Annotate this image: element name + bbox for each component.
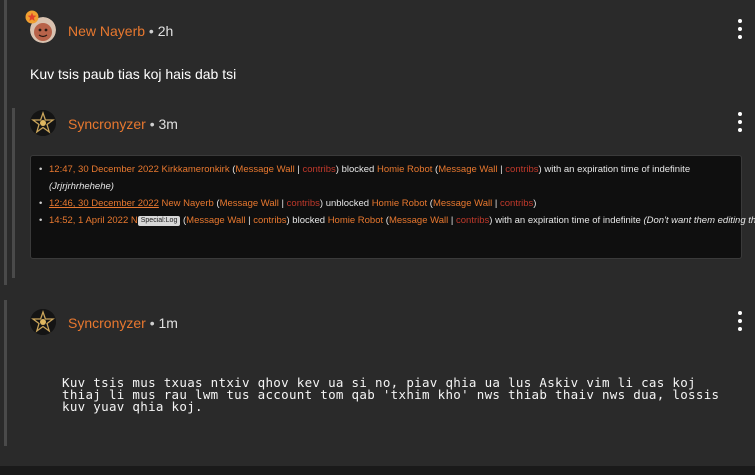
log-target-link[interactable]: Homie Robot <box>328 215 383 226</box>
log-target-link[interactable]: Homie Robot <box>372 198 427 209</box>
block-log-screenshot: 12:47, 30 December 2022 Kirkkameronkirk … <box>30 155 755 259</box>
post-header-3: Syncronyzer • 1m <box>68 315 178 331</box>
separator-dot: • <box>149 315 155 331</box>
separator-dot: • <box>148 23 154 39</box>
log-timestamp-link[interactable]: 14:52, 1 April 2022 <box>49 215 128 226</box>
badge-star-icon <box>25 10 39 24</box>
log-user-link[interactable]: Kirkkameronkirk <box>162 164 230 175</box>
post-body: Kuv tsis paub tias koj hais dab tsi <box>30 66 237 82</box>
log-action: unblocked <box>325 198 370 209</box>
timestamp[interactable]: 1m <box>159 315 178 331</box>
log-user-link[interactable]: N <box>131 215 138 226</box>
contribs-link[interactable]: contribs <box>456 215 489 226</box>
log-entry: 12:46, 30 December 2022 New Nayerb (Mess… <box>39 195 731 212</box>
message-wall-link[interactable]: Message Wall <box>235 164 294 175</box>
username-link[interactable]: New Nayerb <box>68 23 145 39</box>
more-vertical-icon[interactable] <box>737 112 743 132</box>
separator-dot: • <box>149 116 155 132</box>
avatar-syncronyzer[interactable] <box>30 309 56 335</box>
more-vertical-icon[interactable] <box>737 311 743 331</box>
timestamp[interactable]: 3m <box>159 116 178 132</box>
log-timestamp-link[interactable]: 12:47, 30 December 2022 <box>49 164 159 175</box>
log-target-link[interactable]: Homie Robot <box>377 164 432 175</box>
log-action: blocked <box>341 164 375 175</box>
post-header-2: Syncronyzer • 3m <box>68 116 178 132</box>
log-tail: with an expiration time of indefinite <box>495 215 641 226</box>
message-wall-link[interactable]: Message Wall <box>186 215 245 226</box>
post-header-1: New Nayerb • 2h <box>68 23 173 39</box>
contribs-link[interactable]: contribs <box>505 164 538 175</box>
username-link[interactable]: Syncronyzer <box>68 116 146 132</box>
contribs-link[interactable]: contribs <box>500 198 533 209</box>
more-vertical-icon[interactable] <box>737 19 743 39</box>
contribs-link[interactable]: contribs <box>302 164 335 175</box>
log-action: blocked <box>292 215 326 226</box>
log-reason: (Jrjrjrhrhehehe) <box>49 181 114 192</box>
log-tail: with an expiration time of indefinite <box>544 164 691 175</box>
post-body: Kuv tsis mus txuas ntxiv qhov kev ua si … <box>62 375 720 414</box>
tooltip: Special:Log <box>137 216 181 226</box>
reply-indent-rule <box>12 108 15 278</box>
contribs-link[interactable]: contribs <box>253 215 286 226</box>
username-link[interactable]: Syncronyzer <box>68 315 146 331</box>
bottom-bar <box>0 466 755 475</box>
message-wall-link[interactable]: Message Wall <box>220 198 279 209</box>
timestamp[interactable]: 2h <box>158 23 174 39</box>
log-timestamp-link[interactable]: 12:46, 30 December 2022 <box>49 198 159 209</box>
contribs-link[interactable]: contribs <box>287 198 320 209</box>
log-reason: (Don't want them editing the wiki) <box>643 215 755 226</box>
message-wall-link[interactable]: Message Wall <box>433 198 492 209</box>
log-user-link[interactable]: New Nayerb <box>162 198 214 209</box>
message-wall-link[interactable]: Message Wall <box>389 215 448 226</box>
avatar-syncronyzer[interactable] <box>30 110 56 136</box>
log-entry: 12:47, 30 December 2022 Kirkkameronkirk … <box>39 161 731 195</box>
message-wall-link[interactable]: Message Wall <box>438 164 497 175</box>
log-entry: 14:52, 1 April 2022 NSpecial:Log (Messag… <box>39 212 755 229</box>
